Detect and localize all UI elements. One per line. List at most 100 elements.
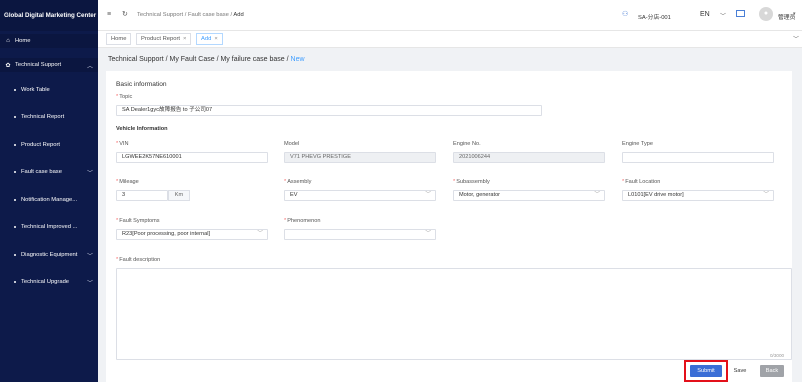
crumb-2[interactable]: My Fault Case: [170, 56, 215, 63]
sidebar-item-label: Fault case base: [21, 169, 62, 175]
sidebar-item-product-report[interactable]: Product Report: [0, 138, 98, 152]
fault-symptoms-label: *Fault Symptoms: [116, 218, 160, 224]
tab-label: Product Report: [141, 36, 180, 42]
chevron-down-icon: ﹀: [425, 231, 431, 237]
sidebar-item-label: Diagnostic Equipment: [21, 252, 78, 258]
tab-add[interactable]: Add ×: [196, 33, 223, 45]
mileage-input[interactable]: 3: [116, 190, 168, 201]
phenomenon-select[interactable]: ﹀: [284, 229, 436, 240]
refresh-icon[interactable]: ↻: [122, 10, 128, 18]
bullet-icon: [14, 281, 16, 283]
subassembly-select[interactable]: Motor, generator ﹀: [453, 190, 605, 201]
chevron-down-icon: ﹀: [257, 231, 263, 237]
fault-symptoms-select[interactable]: R23[Poor processing, poor internal] ﹀: [116, 229, 268, 240]
close-icon[interactable]: ×: [183, 36, 186, 42]
sidebar-item-fault-case-base[interactable]: Fault case base ﹀: [0, 165, 98, 179]
fault-symptoms-value: R23[Poor processing, poor internal]: [122, 231, 210, 237]
vin-input[interactable]: LGWEE2K57NE610001: [116, 152, 268, 163]
crumb-1[interactable]: Technical Support: [108, 56, 164, 63]
fault-location-select[interactable]: L0101[EV drive motor] ﹀: [622, 190, 774, 201]
fault-location-value: L0101[EV drive motor]: [628, 192, 684, 198]
chevron-down-icon: ﹀: [425, 192, 431, 198]
sidebar-item-notification[interactable]: Notification Manage...: [0, 193, 98, 207]
tabs-bar: Home Product Report × Add × ﹀: [98, 31, 802, 48]
header-breadcrumb: Technical Support / Fault case base / Ad…: [137, 12, 244, 18]
engine-no-label: Engine No.: [453, 141, 481, 147]
sidebar-item-label: Home: [15, 38, 31, 44]
save-button[interactable]: Save: [728, 365, 752, 377]
char-counter: 0/3000: [770, 353, 785, 358]
bullet-icon: [14, 199, 16, 201]
sidebar-item-label: Work Table: [21, 87, 50, 93]
main-content: Technical Support / My Fault Case / My f…: [98, 48, 802, 382]
close-icon[interactable]: ×: [214, 36, 217, 42]
breadcrumb: Technical Support / My Fault Case / My f…: [108, 56, 305, 63]
model-label: Model: [284, 141, 300, 147]
sidebar-item-technical-support[interactable]: ✿ Technical Support ︿: [0, 58, 98, 72]
fault-description-textarea[interactable]: [116, 268, 792, 360]
user-icon: ⚇: [622, 11, 629, 18]
sidebar-item-label: Notification Manage...: [21, 197, 78, 203]
sidebar-item-label: Technical Support: [15, 62, 62, 68]
avatar[interactable]: ●: [759, 7, 773, 21]
chevron-down-icon: ﹀: [86, 170, 93, 177]
model-input: V71 PHEVG PRESTIGE: [284, 152, 436, 163]
mileage-unit: Km: [168, 190, 190, 201]
brand-title: Global Digital Marketing Center: [0, 0, 98, 31]
bullet-icon: [14, 89, 16, 91]
menu-toggle-icon[interactable]: ≡: [107, 11, 111, 18]
sidebar-item-technical-improved[interactable]: Technical Improved ...: [0, 220, 98, 234]
sidebar-item-technical-report[interactable]: Technical Report: [0, 110, 98, 124]
chevron-down-icon: ﹀: [86, 253, 93, 260]
sidebar-item-label: Product Report: [21, 142, 60, 148]
gear-icon: ✿: [5, 62, 11, 69]
chevron-down-icon[interactable]: ﹀: [793, 34, 799, 43]
tab-product-report[interactable]: Product Report ×: [136, 33, 192, 45]
chevron-down-icon: ﹀: [86, 280, 93, 287]
fault-location-label: *Fault Location: [622, 179, 661, 185]
subassembly-label: *Subassembly: [453, 179, 490, 185]
fault-description-label: *Fault description: [116, 257, 161, 263]
sidebar-item-work-table[interactable]: Work Table: [0, 83, 98, 97]
header-crumb-1[interactable]: Technical Support: [137, 12, 183, 18]
engine-type-input[interactable]: [622, 152, 774, 163]
topic-input[interactable]: SA Dealer1gyc故障报告 to 子公司07: [116, 105, 542, 116]
header-crumb-3: Add: [233, 12, 244, 18]
chevron-down-icon: ﹀: [594, 192, 600, 198]
header-crumb-2[interactable]: Fault case base: [188, 12, 229, 18]
sidebar-item-technical-upgrade[interactable]: Technical Upgrade ﹀: [0, 275, 98, 289]
sidebar: Global Digital Marketing Center ⌂ Home ✿…: [0, 0, 98, 382]
vin-label: *VIN: [116, 141, 129, 147]
sidebar-item-home[interactable]: ⌂ Home: [0, 34, 98, 48]
highlight-box: [684, 360, 728, 382]
engine-type-label: Engine Type: [622, 141, 653, 147]
assembly-select[interactable]: EV ﹀: [284, 190, 436, 201]
bullet-icon: [14, 144, 16, 146]
crumb-4: New: [290, 56, 305, 63]
subassembly-value: Motor, generator: [459, 192, 501, 198]
mail-icon[interactable]: [736, 10, 745, 17]
tab-label: Add: [201, 36, 212, 42]
back-button[interactable]: Back: [760, 365, 784, 377]
bullet-icon: [14, 226, 16, 228]
account-id[interactable]: SA-分店-001: [638, 12, 671, 21]
language-select[interactable]: EN: [700, 11, 710, 18]
section-vehicle-info: Vehicle Information: [116, 126, 168, 132]
chevron-down-icon: ﹀: [763, 192, 769, 198]
chevron-down-icon[interactable]: ﹀: [720, 11, 726, 20]
form-panel: Basic information *Topic SA Dealer1gyc故障…: [106, 71, 792, 382]
tab-home[interactable]: Home: [106, 33, 132, 45]
crumb-3[interactable]: My failure case base: [220, 56, 284, 63]
bullet-icon: [14, 116, 16, 118]
mileage-label: *Mileage: [116, 179, 139, 185]
tab-label: Home: [111, 36, 127, 42]
section-basic-info: Basic information: [116, 81, 167, 88]
sidebar-item-label: Technical Report: [21, 114, 65, 120]
sidebar-item-diagnostic-equipment[interactable]: Diagnostic Equipment ﹀: [0, 248, 98, 262]
home-icon: ⌂: [6, 38, 10, 44]
chevron-down-icon[interactable]: ▾: [793, 11, 796, 17]
assembly-label: *Assembly: [284, 179, 312, 185]
bullet-icon: [14, 254, 16, 256]
chevron-up-icon: ︿: [86, 63, 93, 70]
bullet-icon: [14, 171, 16, 173]
